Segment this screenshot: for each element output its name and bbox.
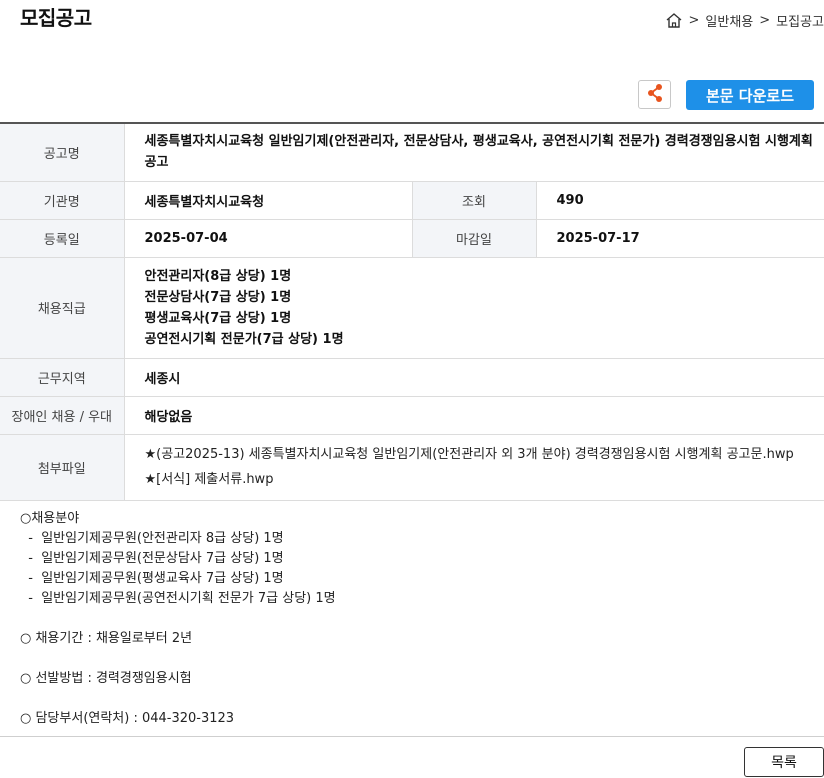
job-grade-item: 안전관리자(8급 상당) 1명: [144, 268, 292, 284]
notice-name-label: 공고명: [0, 123, 125, 182]
notice-info-table: 공고명 세종특별자치시교육청 일반임기제(안전관리자, 전문상담사, 평생교육사…: [0, 122, 824, 501]
body-line: ○채용분야: [20, 511, 80, 526]
body-line: - 일반임기제공무원(공연전시기획 전문가 7급 상당) 1명: [20, 591, 336, 606]
table-row: 근무지역 세종시: [0, 358, 824, 397]
disability-label: 장애인 채용 / 우대: [0, 396, 125, 435]
table-row: 장애인 채용 / 우대 해당없음: [0, 396, 824, 435]
breadcrumb: > 일반채용 > 모집공고: [665, 11, 824, 30]
body-line: ○ 담당부서(연락처) : 044-320-3123: [20, 711, 235, 726]
share-button[interactable]: [638, 80, 671, 109]
work-region-label: 근무지역: [0, 358, 125, 397]
body-line: - 일반임기제공무원(전문상담사 7급 상당) 1명: [20, 551, 284, 566]
breadcrumb-item-general-hiring[interactable]: 일반채용: [705, 11, 753, 30]
body-line: ○ 선발방법 : 경력경쟁임용시험: [20, 671, 192, 686]
download-body-button[interactable]: 본문 다운로드: [686, 80, 814, 110]
table-row: 기관명 세종특별자치시교육청 조회 490: [0, 181, 824, 220]
job-grade-item: 공연전시기획 전문가(7급 상당) 1명: [144, 331, 344, 347]
breadcrumb-separator: >: [688, 13, 700, 28]
registered-date: 2025-07-04: [124, 219, 412, 258]
org-value: 세종특별자치시교육청: [124, 181, 412, 220]
notice-body: ○채용분야 - 일반임기제공무원(안전관리자 8급 상당) 1명 - 일반임기제…: [20, 509, 336, 729]
page-title: 모집공고: [20, 6, 92, 30]
home-icon[interactable]: [665, 12, 683, 29]
job-grade-label: 채용직급: [0, 257, 125, 359]
table-row: 채용직급 안전관리자(8급 상당) 1명 전문상담사(7급 상당) 1명 평생교…: [0, 257, 824, 359]
org-label: 기관명: [0, 181, 125, 220]
job-grade-item: 전문상담사(7급 상당) 1명: [144, 289, 292, 305]
views-label: 조회: [411, 181, 537, 220]
table-row: 공고명 세종특별자치시교육청 일반임기제(안전관리자, 전문상담사, 평생교육사…: [0, 123, 824, 182]
table-row: 첨부파일 ★(공고2025-13) 세종특별자치시교육청 일반임기제(안전관리자…: [0, 434, 824, 501]
table-row: 등록일 2025-07-04 마감일 2025-07-17: [0, 219, 824, 258]
attachment-link[interactable]: ★(공고2025-13) 세종특별자치시교육청 일반임기제(안전관리자 외 3개…: [145, 442, 815, 467]
share-icon: [646, 83, 664, 107]
attachment-label: 첨부파일: [0, 434, 125, 501]
attachment-link[interactable]: ★[서식] 제출서류.hwp: [145, 467, 815, 492]
divider: [0, 736, 824, 737]
body-line: ○ 채용기간 : 채용일로부터 2년: [20, 631, 193, 646]
disability-value: 해당없음: [124, 396, 824, 435]
list-button[interactable]: 목록: [744, 747, 824, 777]
breadcrumb-item-recruitment[interactable]: 모집공고: [776, 11, 824, 30]
deadline-date: 2025-07-17: [536, 219, 824, 258]
body-line: - 일반임기제공무원(평생교육사 7급 상당) 1명: [20, 571, 284, 586]
views-value: 490: [536, 181, 824, 220]
body-line: - 일반임기제공무원(안전관리자 8급 상당) 1명: [20, 531, 284, 546]
job-grade-item: 평생교육사(7급 상당) 1명: [144, 310, 292, 326]
work-region-value: 세종시: [124, 358, 824, 397]
job-grade-list: 안전관리자(8급 상당) 1명 전문상담사(7급 상당) 1명 평생교육사(7급…: [124, 257, 824, 359]
deadline-label: 마감일: [411, 219, 537, 258]
notice-name-value: 세종특별자치시교육청 일반임기제(안전관리자, 전문상담사, 평생교육사, 공연…: [144, 134, 813, 171]
attachment-list: ★(공고2025-13) 세종특별자치시교육청 일반임기제(안전관리자 외 3개…: [124, 434, 824, 501]
registered-label: 등록일: [0, 219, 125, 258]
breadcrumb-separator: >: [759, 13, 771, 28]
